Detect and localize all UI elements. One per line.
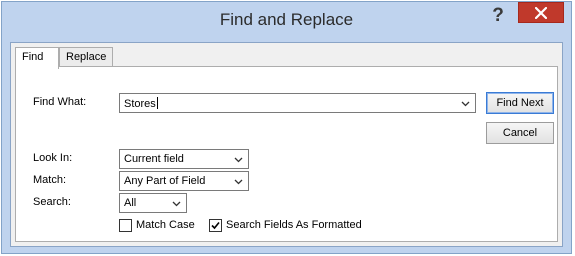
look-in-label: Look In: <box>33 152 73 164</box>
close-button[interactable] <box>518 2 564 23</box>
look-in-value: Current field <box>124 153 184 165</box>
search-value: All <box>124 197 137 209</box>
chevron-down-icon <box>234 157 243 163</box>
match-case-checkbox[interactable] <box>119 219 132 232</box>
checkmark-icon <box>211 221 220 230</box>
match-case-label[interactable]: Match Case <box>136 219 195 231</box>
search-formatted-label[interactable]: Search Fields As Formatted <box>226 219 362 231</box>
help-button[interactable]: ? <box>486 5 510 29</box>
chevron-down-icon[interactable] <box>461 101 470 107</box>
search-select[interactable]: All <box>119 193 187 213</box>
search-label: Search: <box>33 196 71 208</box>
match-select[interactable]: Any Part of Field <box>119 171 249 191</box>
title-bar[interactable]: Find and Replace ? <box>2 2 571 41</box>
find-replace-dialog: Find and Replace ? Find Replace Find Wha… <box>1 1 572 254</box>
search-formatted-checkbox[interactable] <box>209 219 222 232</box>
find-panel: Find What: Stores Find Next Cancel Look … <box>15 66 558 242</box>
dialog-client-area: Find Replace Find What: Stores Find Next… <box>10 42 563 247</box>
match-label: Match: <box>33 174 67 186</box>
look-in-select[interactable]: Current field <box>119 149 249 169</box>
cancel-button[interactable]: Cancel <box>486 122 554 144</box>
find-what-input[interactable]: Stores <box>124 97 158 110</box>
chevron-down-icon <box>172 201 181 207</box>
find-what-combobox[interactable]: Stores <box>119 93 476 113</box>
close-icon <box>535 7 547 19</box>
find-what-label: Find What: <box>33 96 87 108</box>
match-value: Any Part of Field <box>124 175 206 187</box>
find-next-button[interactable]: Find Next <box>486 92 554 114</box>
tab-replace[interactable]: Replace <box>59 47 113 67</box>
chevron-down-icon <box>234 179 243 185</box>
tab-find[interactable]: Find <box>15 47 59 69</box>
